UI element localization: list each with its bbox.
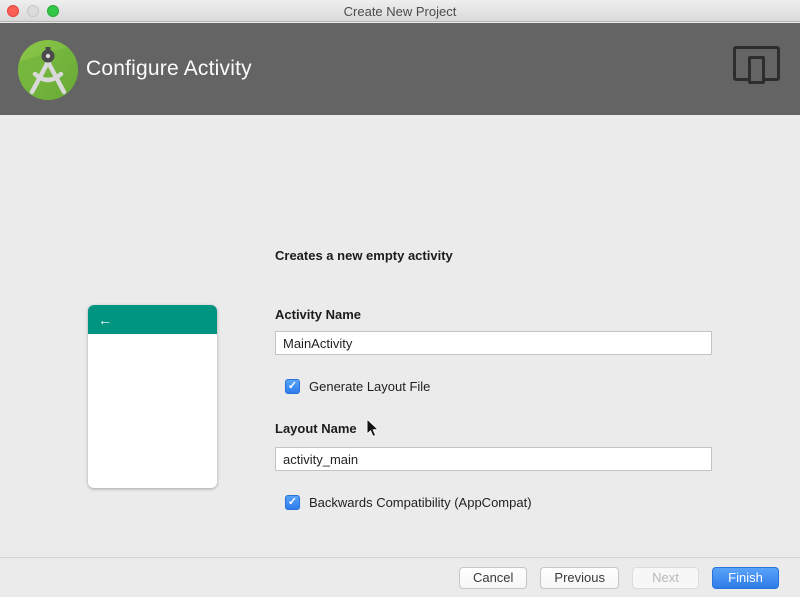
generate-layout-row: ✓ Generate Layout File: [285, 379, 430, 394]
next-button[interactable]: Next: [632, 567, 699, 589]
zoom-button[interactable]: [47, 5, 59, 17]
device-preview-icon: [733, 46, 780, 96]
mouse-cursor: [366, 419, 380, 439]
previous-button[interactable]: Previous: [540, 567, 619, 589]
footer-button-bar: Cancel Previous Next Finish: [0, 558, 800, 597]
backwards-compat-row: ✓ Backwards Compatibility (AppCompat): [285, 495, 532, 510]
titlebar: Create New Project: [0, 0, 800, 22]
traffic-lights: [7, 5, 59, 17]
phone-icon: [748, 56, 765, 84]
minimize-button[interactable]: [27, 5, 39, 17]
layout-name-input[interactable]: [275, 447, 712, 471]
backwards-compat-label[interactable]: Backwards Compatibility (AppCompat): [309, 495, 532, 510]
finish-button[interactable]: Finish: [712, 567, 779, 589]
activity-preview-thumbnail: ←: [88, 305, 217, 488]
android-studio-logo-icon: [18, 40, 78, 100]
back-arrow-icon: ←: [98, 312, 112, 328]
activity-name-label: Activity Name: [275, 307, 361, 322]
preview-appbar: ←: [88, 305, 217, 334]
layout-name-label: Layout Name: [275, 421, 357, 436]
page-title: Configure Activity: [86, 23, 252, 115]
backwards-compat-checkbox[interactable]: ✓: [285, 495, 300, 510]
close-button[interactable]: [7, 5, 19, 17]
window-title: Create New Project: [0, 0, 800, 22]
content-area: Creates a new empty activity ← Activity …: [0, 115, 800, 558]
cancel-button[interactable]: Cancel: [459, 567, 527, 589]
generate-layout-label[interactable]: Generate Layout File: [309, 379, 430, 394]
generate-layout-checkbox[interactable]: ✓: [285, 379, 300, 394]
create-new-project-dialog: Create New Project Configure Activity: [0, 0, 800, 597]
wizard-header: Configure Activity: [0, 23, 800, 115]
activity-description: Creates a new empty activity: [275, 248, 453, 263]
activity-name-input[interactable]: [275, 331, 712, 355]
